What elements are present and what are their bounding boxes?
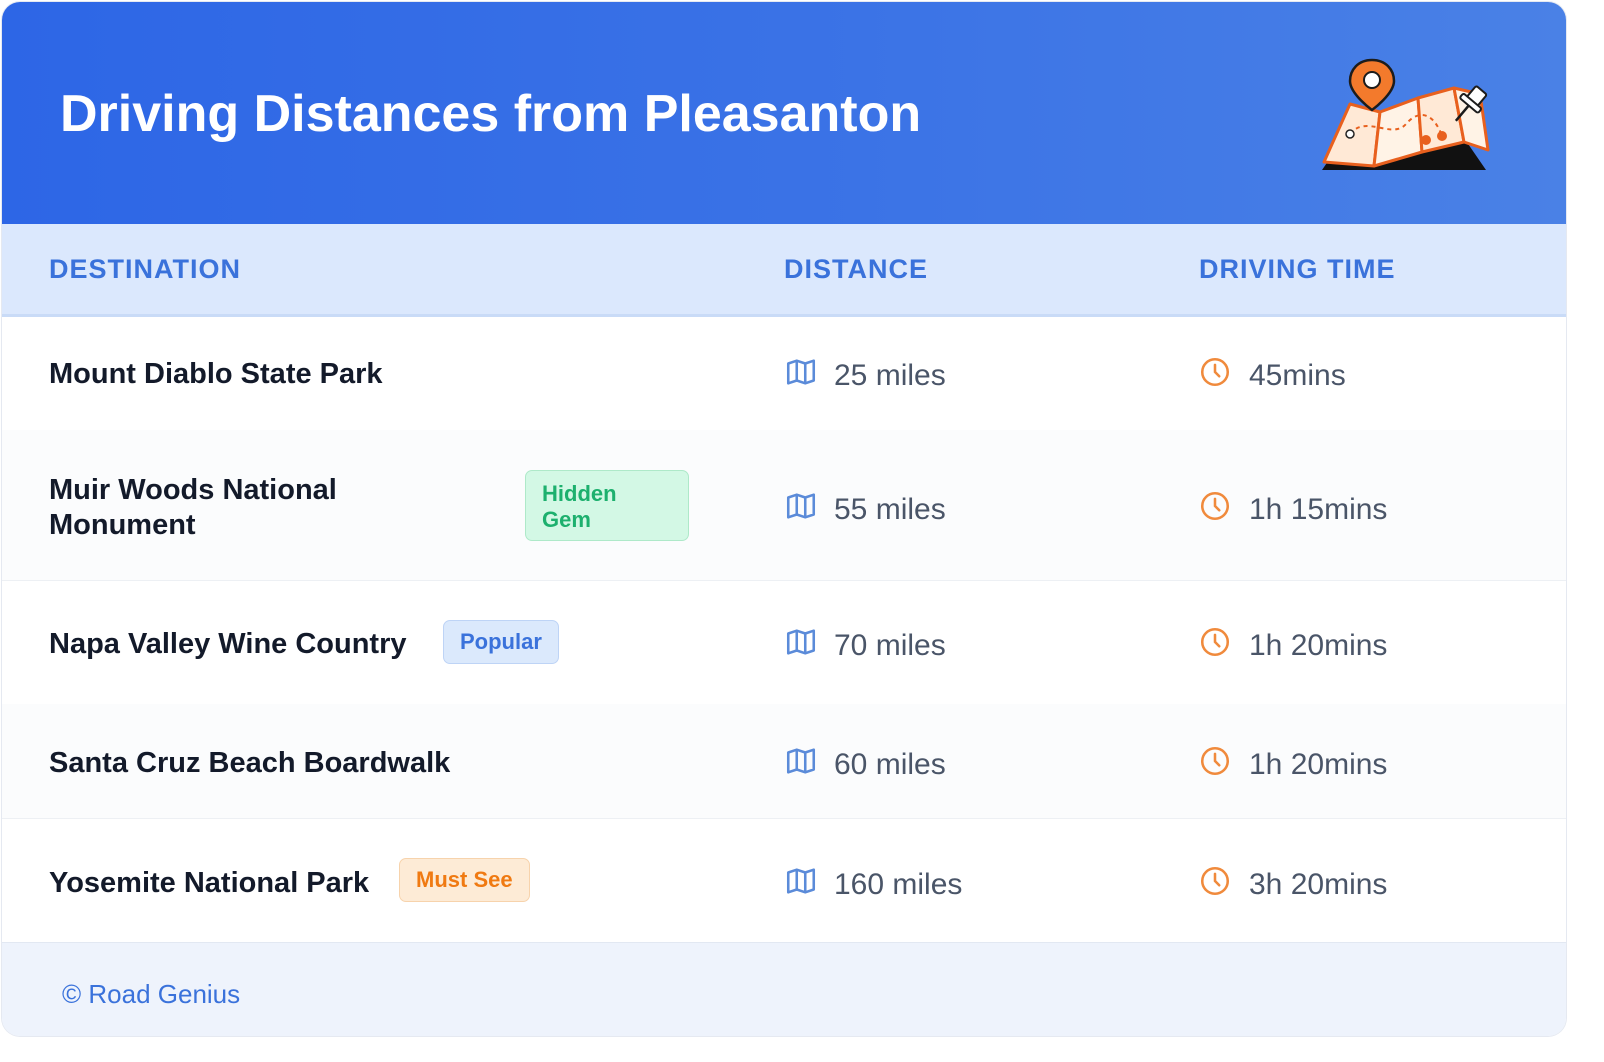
status-badge: Hidden Gem [525, 470, 689, 541]
clock-icon [1200, 357, 1230, 387]
clock-icon [1200, 746, 1230, 776]
destination-name: Mount Diablo State Park [49, 358, 383, 390]
distance-value: 160 miles [834, 868, 963, 901]
column-header-destination: DESTINATION [49, 254, 241, 284]
clock-icon [1200, 866, 1230, 896]
map-icon [786, 868, 816, 894]
driving-time-value: 1h 20mins [1249, 629, 1388, 662]
map-icon [786, 359, 816, 385]
map-icon [786, 629, 816, 655]
table-row: Yosemite National Park Must See 160 mile… [2, 818, 1566, 942]
map-icon [786, 493, 816, 519]
clock-icon [1200, 627, 1230, 657]
table-row: Napa Valley Wine Country Popular 70 mile… [2, 580, 1566, 705]
map-icon [786, 748, 816, 774]
table-row: Muir Woods National Monument Hidden Gem … [2, 430, 1566, 581]
driving-time-value: 1h 15mins [1249, 493, 1388, 526]
table-row: Mount Diablo State Park 25 miles 45mins [2, 317, 1566, 431]
distance-value: 60 miles [834, 748, 946, 781]
distance-value: 70 miles [834, 629, 946, 662]
card-header: Driving Distances from Pleasanton [2, 2, 1566, 224]
status-badge: Must See [399, 858, 530, 902]
driving-time-value: 45mins [1249, 359, 1346, 392]
destination-name: Muir Woods National Monument [49, 474, 337, 541]
card-footer: © Road Genius [2, 942, 1566, 1036]
map-pin-icon [1322, 58, 1490, 170]
destination-name: Santa Cruz Beach Boardwalk [49, 747, 451, 779]
column-header-distance: DISTANCE [784, 254, 929, 284]
distance-value: 25 miles [834, 359, 946, 392]
driving-time-value: 1h 20mins [1249, 748, 1388, 781]
table-row: Santa Cruz Beach Boardwalk 60 miles 1h 2… [2, 704, 1566, 819]
distance-value: 55 miles [834, 493, 946, 526]
destination-name: Napa Valley Wine Country [49, 628, 407, 660]
page-title: Driving Distances from Pleasanton [60, 85, 922, 143]
footer-credit-link[interactable]: © Road Genius [62, 979, 240, 1010]
column-header-driving-time: DRIVING TIME [1199, 254, 1396, 284]
distance-card: Driving Distances from Pleasanton DESTIN… [2, 2, 1566, 1036]
table-header: DESTINATION DISTANCE DRIVING TIME [2, 224, 1566, 317]
destination-name: Yosemite National Park [49, 867, 370, 899]
clock-icon [1200, 491, 1230, 521]
status-badge: Popular [443, 620, 559, 664]
driving-time-value: 3h 20mins [1249, 868, 1388, 901]
